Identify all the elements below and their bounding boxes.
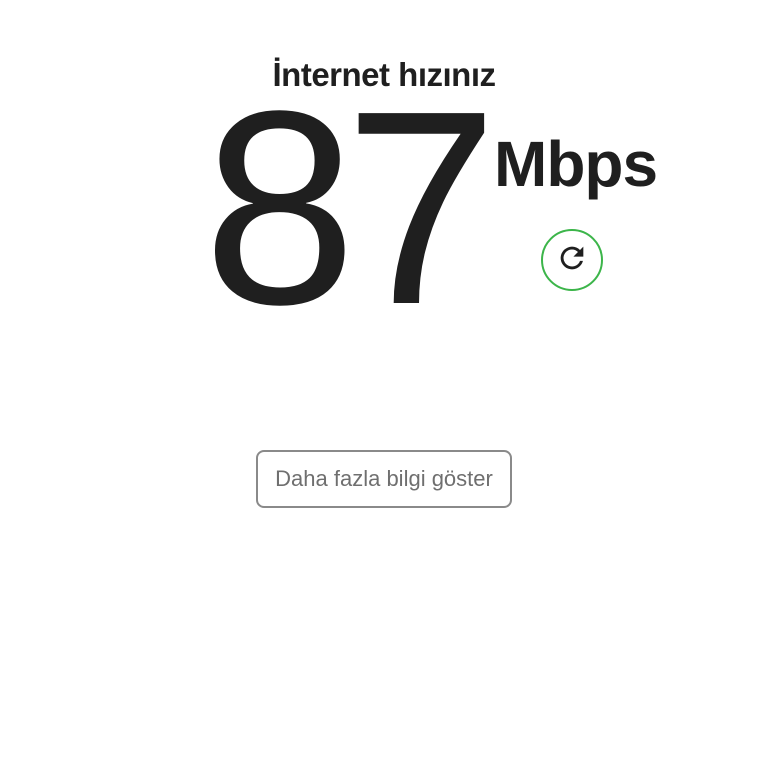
more-info-button[interactable]: Daha fazla bilgi göster [256, 450, 512, 508]
speed-test-page: İnternet hızınız 87 Mbps Daha fazla bilg… [0, 0, 768, 768]
refresh-button[interactable] [541, 229, 603, 291]
speed-value: 87 [203, 54, 498, 362]
speed-unit: Mbps [494, 128, 658, 200]
refresh-icon [555, 241, 589, 280]
